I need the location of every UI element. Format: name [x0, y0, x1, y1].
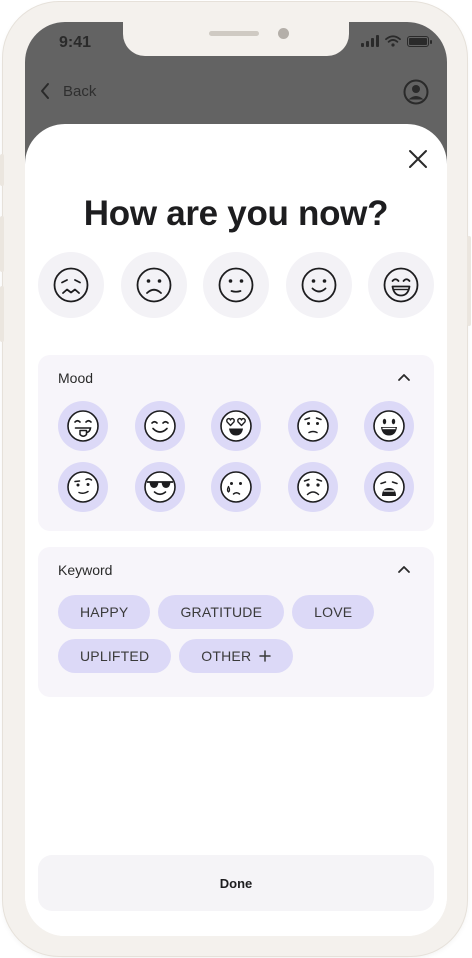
neutral-face-button[interactable] [203, 252, 269, 318]
side-button-volume-up [0, 216, 4, 272]
sunglasses-face-icon [143, 471, 176, 503]
grinning-face-icon [383, 267, 419, 303]
phone-notch [123, 22, 349, 56]
keyword-chip-list: HAPPY GRATITUDE LOVE UPLIFTED OTHER [58, 595, 414, 673]
profile-icon[interactable] [403, 79, 429, 105]
back-label: Back [63, 82, 97, 100]
front-camera [278, 28, 289, 39]
mood-skeptical-button[interactable] [58, 462, 108, 512]
other-label: OTHER [201, 648, 252, 664]
heart-eyes-face-icon [220, 410, 252, 442]
mood-header: Mood [58, 370, 94, 386]
tongue-out-face-icon [67, 410, 99, 442]
phone-screen: 9:41 Back How are you now? Mood Keyword … [25, 22, 447, 936]
sad-face-icon [136, 267, 171, 303]
side-button-volume-down [0, 286, 4, 342]
mood-check-sheet: How are you now? Mood Keyword HAPPY GRAT… [25, 124, 447, 936]
mood-sunglasses-button[interactable] [134, 462, 185, 512]
mood-grinning-button[interactable] [364, 401, 414, 451]
grinning-face-button[interactable] [368, 252, 434, 318]
keyword-chip-happy[interactable]: HAPPY [58, 595, 151, 629]
mood-heart-eyes-button[interactable] [211, 401, 261, 451]
keyword-chip-uplifted[interactable]: UPLIFTED [58, 639, 172, 673]
skeptical-face-icon [67, 471, 99, 503]
plus-icon [259, 650, 272, 662]
side-button-mute [0, 154, 4, 186]
grinning-face-icon [373, 410, 405, 442]
mood-worried-button[interactable] [287, 401, 338, 451]
keyword-chip-love[interactable]: LOVE [292, 595, 375, 629]
wifi-icon [385, 35, 401, 47]
status-time: 9:41 [59, 34, 92, 51]
keyword-header: Keyword [58, 562, 113, 578]
done-button[interactable]: Done [38, 855, 434, 911]
chevron-up-icon[interactable] [396, 369, 412, 385]
mood-weary-button[interactable] [364, 462, 414, 512]
chevron-left-icon [41, 83, 49, 99]
speaker-grille [209, 31, 259, 36]
mood-grid [58, 401, 414, 512]
crying-face-icon [220, 471, 252, 503]
anxious-face-icon [296, 471, 329, 503]
distressed-face-icon [53, 267, 89, 303]
neutral-face-icon [218, 267, 254, 303]
keyword-chip-other[interactable]: OTHER [179, 639, 294, 673]
page-title: How are you now? [83, 194, 389, 233]
close-icon[interactable] [407, 148, 429, 170]
smiling-face-icon [143, 410, 176, 442]
signal-icon [361, 35, 379, 47]
worried-face-icon [296, 410, 329, 442]
mood-card: Mood [38, 355, 434, 531]
battery-icon [407, 35, 432, 47]
side-button-power [467, 236, 471, 326]
mood-anxious-button[interactable] [287, 462, 338, 512]
keyword-card: Keyword HAPPY GRATITUDE LOVE UPLIFTED OT… [38, 547, 434, 697]
keyword-chip-gratitude[interactable]: GRATITUDE [158, 595, 285, 629]
mood-crying-button[interactable] [211, 462, 261, 512]
sad-face-button[interactable] [120, 252, 187, 318]
status-icons [361, 35, 432, 47]
slightly-smiling-face-button[interactable] [285, 252, 352, 318]
chevron-up-icon[interactable] [396, 561, 412, 577]
weary-face-icon [373, 471, 405, 503]
mood-tongue-out-button[interactable] [58, 401, 108, 451]
distressed-face-button[interactable] [38, 252, 104, 318]
mood-smiling-button[interactable] [134, 401, 185, 451]
back-button[interactable]: Back [39, 82, 96, 100]
slightly-smiling-face-icon [301, 267, 336, 303]
quick-face-row [38, 252, 434, 318]
